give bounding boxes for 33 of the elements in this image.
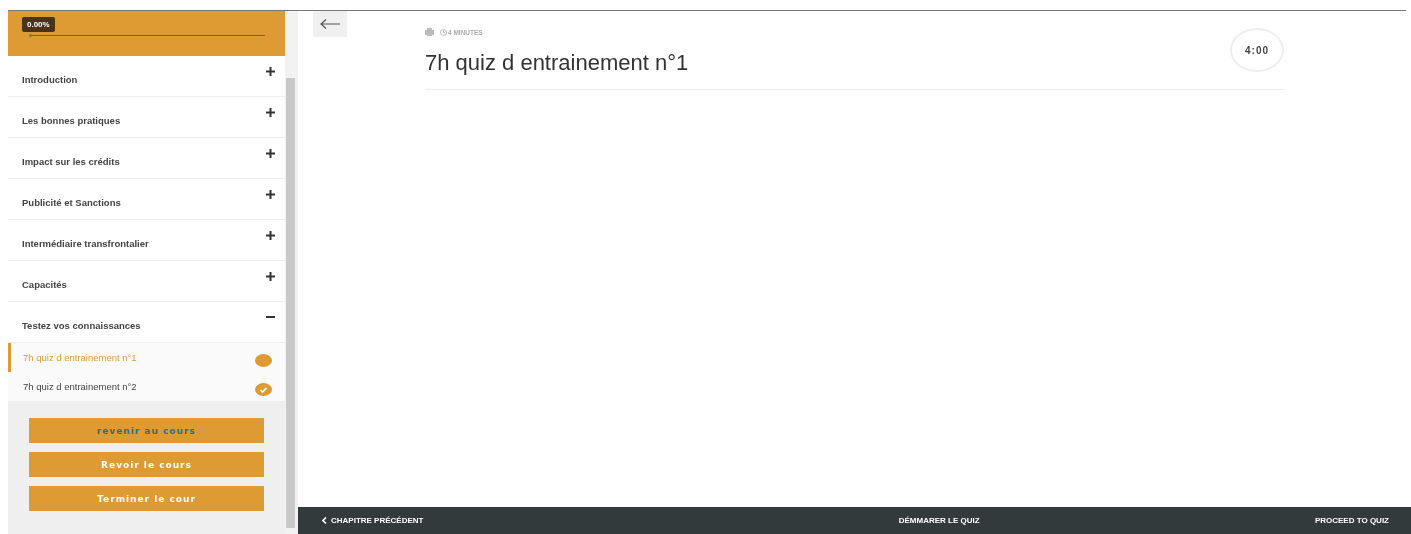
back-arrow-icon xyxy=(320,19,340,29)
section-header[interactable]: Les bonnes pratiques xyxy=(8,97,285,138)
section-title: Les bonnes pratiques xyxy=(22,114,121,126)
plus-icon xyxy=(266,230,275,240)
section-title: Impact sur les crédits xyxy=(22,155,120,167)
section-title: Testez vos connaissances xyxy=(22,319,141,331)
chevron-left-icon xyxy=(322,517,327,524)
section-header[interactable]: Introduction xyxy=(8,56,285,97)
scrollbar-thumb[interactable] xyxy=(286,78,295,528)
minus-icon xyxy=(266,316,275,318)
plus-icon xyxy=(266,271,275,281)
plus-icon xyxy=(266,107,275,117)
plus-icon xyxy=(266,66,275,76)
printer-icon xyxy=(425,28,434,36)
clock-icon xyxy=(440,28,447,36)
section-header[interactable]: Impact sur les crédits xyxy=(8,138,285,179)
back-button[interactable] xyxy=(313,11,347,37)
plus-icon xyxy=(266,148,275,158)
section-title: Introduction xyxy=(22,73,78,85)
section-header[interactable]: Intermédiaire transfrontalier xyxy=(8,220,285,261)
section-title: Intermédiaire transfrontalier xyxy=(22,237,149,249)
section-header[interactable]: Testez vos connaissances xyxy=(8,302,285,343)
section-header[interactable]: Capacités xyxy=(8,261,285,302)
section-title: Publicité et Sanctions xyxy=(22,196,121,208)
lesson-item[interactable]: 7h quiz d entrainement n°2 xyxy=(8,372,285,401)
section-title: Capacités xyxy=(22,278,67,290)
proceed-link[interactable]: PROCEED TO QUIZ xyxy=(1314,516,1389,525)
section-header[interactable]: Publicité et Sanctions xyxy=(8,179,285,220)
previous-chapter-link[interactable]: CHAPITRE PRÉCÉDENT xyxy=(322,516,424,525)
progress-tooltip: 0.00% xyxy=(22,17,55,32)
plus-icon xyxy=(266,189,275,199)
start-quiz-link[interactable]: DÉMMARER LE QUIZ xyxy=(898,516,980,525)
timer: 4:00 xyxy=(1230,28,1284,72)
